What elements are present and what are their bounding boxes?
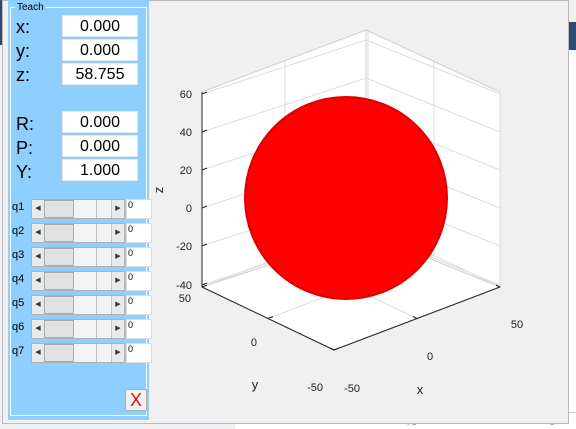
pose-yaw-value: 1.000 bbox=[62, 159, 138, 181]
joint-q3-label: q3 bbox=[12, 249, 25, 261]
z-tick-label: -40 bbox=[176, 280, 192, 292]
y-axis-label: y bbox=[252, 377, 259, 392]
pose-x-label: x: bbox=[16, 17, 31, 37]
arrow-right-icon[interactable]: ▶ bbox=[111, 344, 124, 362]
joint-q4-slider[interactable]: ◀ ▶ bbox=[31, 271, 125, 291]
z-tick-label: 60 bbox=[180, 89, 192, 101]
pose-pitch-label: P: bbox=[16, 138, 34, 158]
joint-q6-label: q6 bbox=[12, 321, 25, 333]
arrow-right-icon[interactable]: ▶ bbox=[111, 224, 124, 242]
y-tick-label: 50 bbox=[179, 293, 191, 305]
joint-q6-slider[interactable]: ◀ ▶ bbox=[31, 319, 125, 339]
pose-y-value: 0.000 bbox=[62, 39, 138, 61]
pose-yaw-label: Y: bbox=[16, 162, 33, 182]
joint-q3-slider[interactable]: ◀ ▶ bbox=[31, 247, 125, 267]
x-tick-label: -50 bbox=[344, 383, 360, 395]
joint-q5-slider[interactable]: ◀ ▶ bbox=[31, 295, 125, 315]
slider-divider bbox=[96, 296, 97, 314]
z-axis-label: z bbox=[151, 187, 166, 194]
joint-q1-label: q1 bbox=[12, 201, 25, 213]
slider-thumb[interactable] bbox=[44, 296, 74, 314]
joint-q7-label: q7 bbox=[12, 345, 25, 357]
pose-roll-label: R: bbox=[16, 114, 34, 134]
joint-q4-label: q4 bbox=[12, 273, 25, 285]
teach-panel: Teach x: 0.000 y: 0.000 z: 58.755 R: 0.0… bbox=[8, 0, 152, 420]
slider-thumb[interactable] bbox=[44, 320, 74, 338]
pose-y-label: y: bbox=[16, 41, 31, 61]
arrow-right-icon[interactable]: ▶ bbox=[111, 296, 124, 314]
arrow-right-icon[interactable]: ▶ bbox=[111, 272, 124, 290]
slider-thumb[interactable] bbox=[44, 344, 74, 362]
slider-divider bbox=[96, 272, 97, 290]
joint-q1-slider[interactable]: ◀ ▶ bbox=[31, 199, 125, 219]
sphere-surface bbox=[244, 96, 448, 300]
z-tick-label: -20 bbox=[176, 241, 192, 253]
y-tick-label: -50 bbox=[307, 382, 323, 394]
slider-divider bbox=[96, 320, 97, 338]
joint-q7-value[interactable]: 0 bbox=[126, 343, 152, 363]
pose-z-label: z: bbox=[16, 65, 31, 85]
slider-thumb[interactable] bbox=[44, 272, 74, 290]
joint-q7-slider[interactable]: ◀ ▶ bbox=[31, 343, 125, 363]
pose-pitch-value: 0.000 bbox=[62, 135, 138, 157]
joint-q5-label: q5 bbox=[12, 297, 25, 309]
slider-divider bbox=[96, 200, 97, 218]
slider-divider bbox=[96, 248, 97, 266]
pose-x-value: 0.000 bbox=[62, 15, 138, 37]
joint-q2-slider[interactable]: ◀ ▶ bbox=[31, 223, 125, 243]
z-tick-label: 20 bbox=[180, 165, 192, 177]
joint-q3-value[interactable]: 0 bbox=[126, 247, 152, 267]
joint-q2-value[interactable]: 0 bbox=[126, 223, 152, 243]
joint-q5-value[interactable]: 0 bbox=[126, 295, 152, 315]
joint-q4-value[interactable]: 0 bbox=[126, 271, 152, 291]
arrow-right-icon[interactable]: ▶ bbox=[111, 320, 124, 338]
arrow-right-icon[interactable]: ▶ bbox=[111, 248, 124, 266]
joint-q6-value[interactable]: 0 bbox=[126, 319, 152, 339]
z-tick-label: 0 bbox=[186, 203, 192, 215]
arrow-right-icon[interactable]: ▶ bbox=[111, 200, 124, 218]
slider-divider bbox=[96, 344, 97, 362]
x-axis-label: x bbox=[417, 382, 424, 397]
slider-thumb[interactable] bbox=[44, 224, 74, 242]
slider-thumb[interactable] bbox=[44, 248, 74, 266]
joint-q2-label: q2 bbox=[12, 225, 25, 237]
joint-q1-value[interactable]: 0 bbox=[126, 199, 152, 219]
slider-thumb[interactable] bbox=[44, 200, 74, 218]
x-tick-label: 50 bbox=[511, 319, 523, 331]
x-tick-label: 0 bbox=[427, 351, 433, 363]
y-tick-label: 0 bbox=[251, 337, 257, 349]
teach-title: Teach bbox=[17, 2, 44, 13]
z-tick-label: 40 bbox=[180, 127, 192, 139]
close-button[interactable]: X bbox=[125, 389, 147, 411]
pose-z-value: 58.755 bbox=[62, 63, 138, 85]
pose-roll-value: 0.000 bbox=[62, 111, 138, 133]
slider-divider bbox=[96, 224, 97, 242]
